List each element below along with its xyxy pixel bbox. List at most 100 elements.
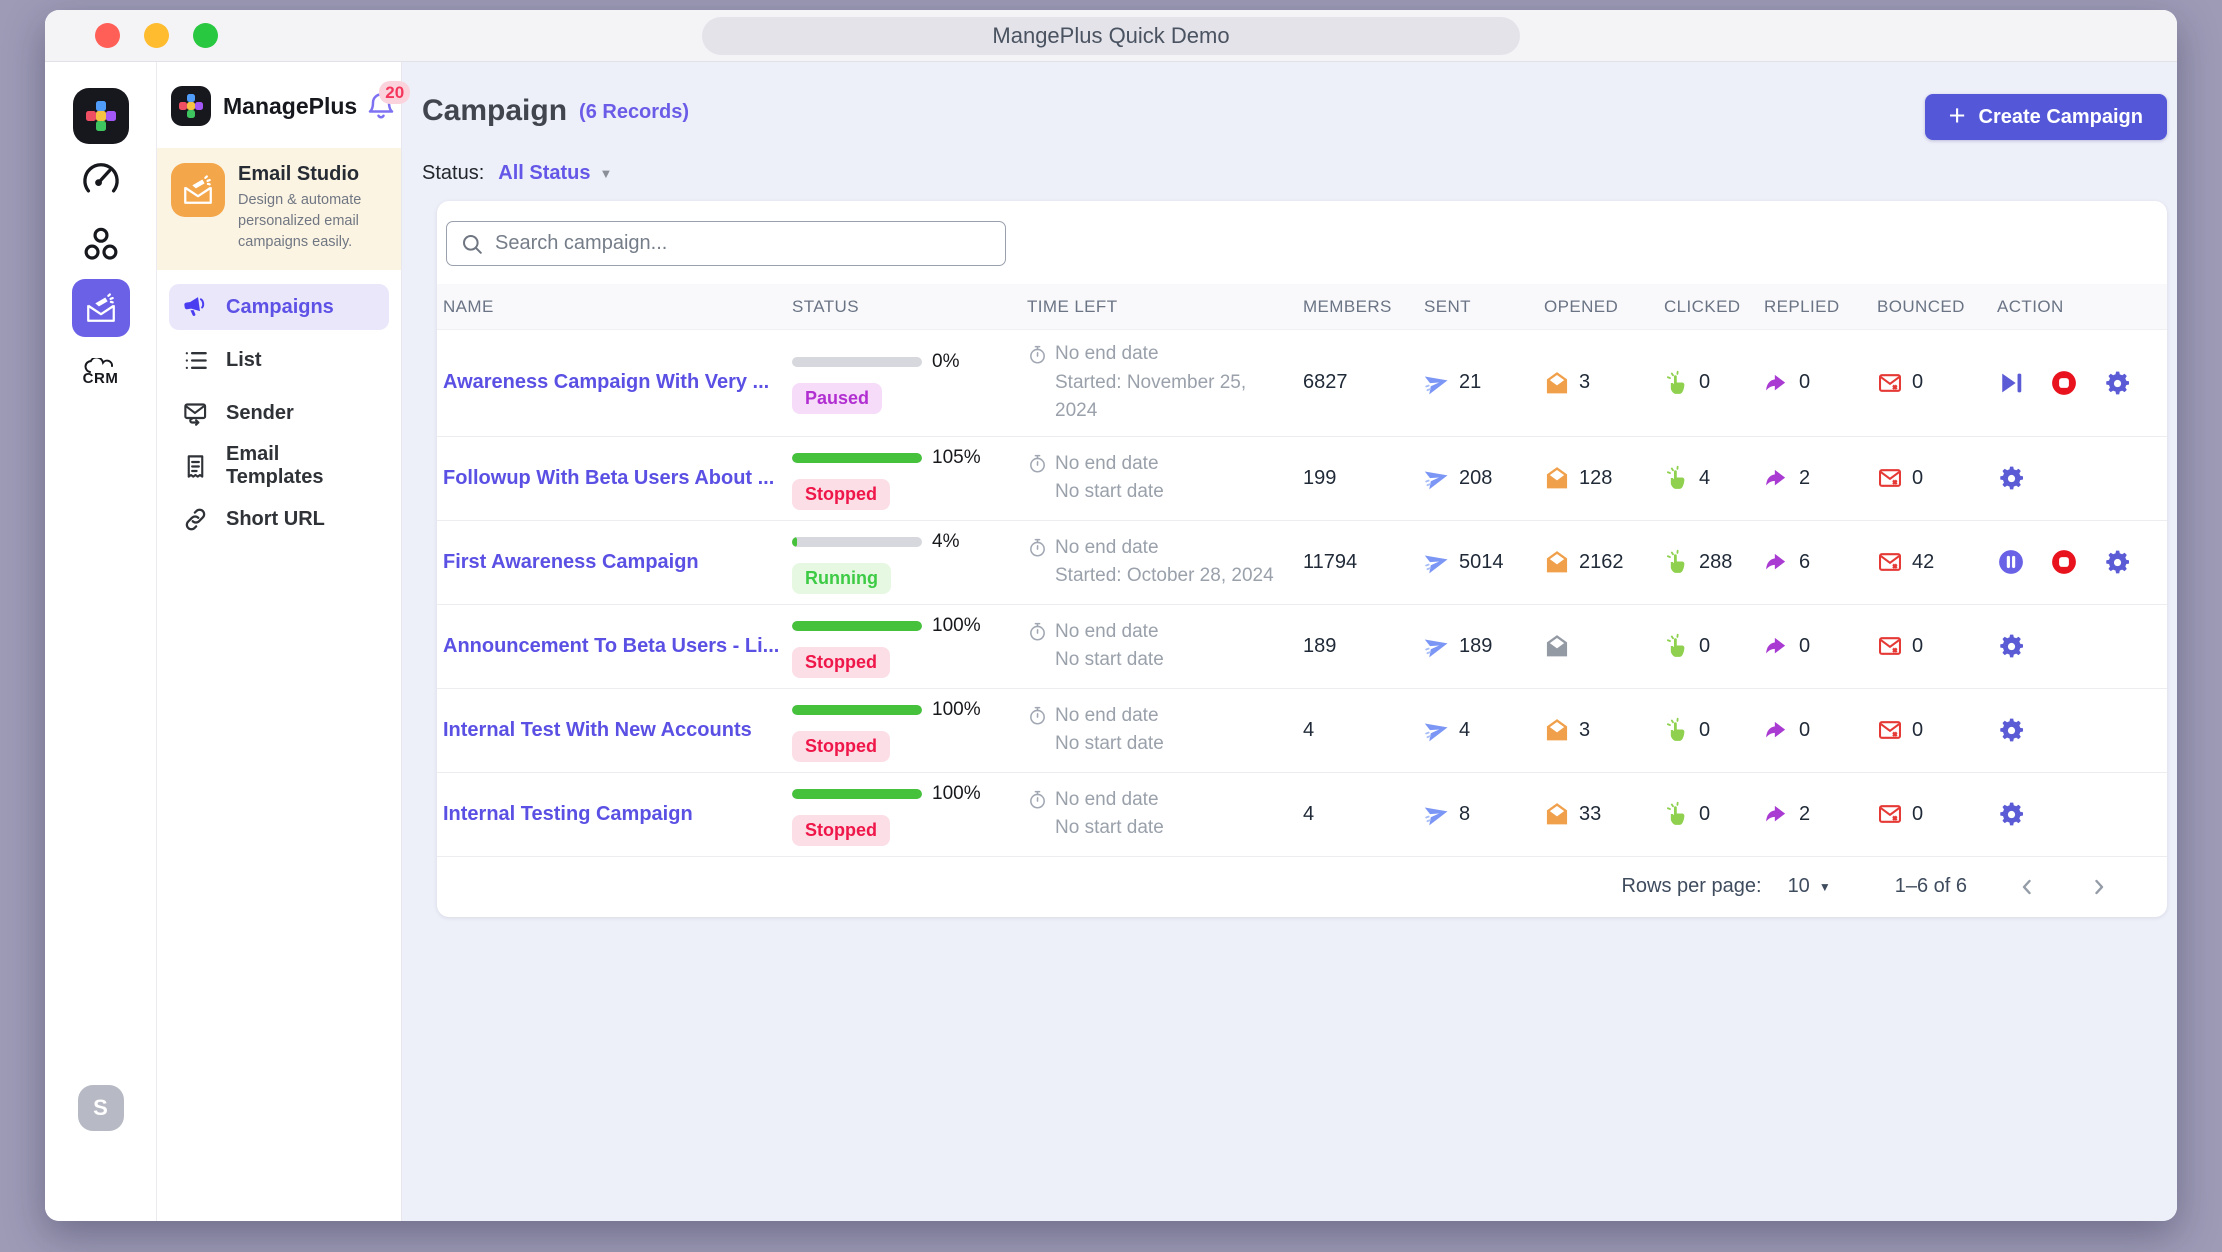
time-left-line: No end date <box>1055 618 1159 647</box>
dropdown-caret-icon: ▼ <box>1819 880 1831 894</box>
opened-count: 2162 <box>1579 551 1624 574</box>
clicked-icon <box>1664 717 1690 743</box>
settings-button[interactable] <box>1997 464 2025 492</box>
campaign-name-link[interactable]: Followup With Beta Users About ... <box>443 467 792 490</box>
window-minimize-button[interactable] <box>144 23 169 48</box>
bounced-icon <box>1877 801 1903 827</box>
row-actions <box>1997 464 2167 492</box>
notifications-button[interactable]: 20 <box>366 90 396 122</box>
row-actions <box>1997 369 2167 397</box>
bounced-count: 0 <box>1912 803 1923 826</box>
search-input[interactable] <box>495 232 992 255</box>
dropdown-caret-icon[interactable]: ▼ <box>600 166 613 181</box>
bounced-icon <box>1877 717 1903 743</box>
time-left-line: No end date <box>1055 534 1159 563</box>
campaign-name-link[interactable]: Internal Test With New Accounts <box>443 719 792 742</box>
progress-label: 100% <box>932 783 981 805</box>
module-title: Email Studio <box>238 163 387 186</box>
replied-count: 0 <box>1799 719 1810 742</box>
column-header-action: ACTION <box>1997 297 2167 317</box>
sent-count: 189 <box>1459 635 1492 658</box>
avatar[interactable]: S <box>78 1085 124 1131</box>
rail-item-crm[interactable]: CRM <box>72 343 130 401</box>
stopwatch-icon <box>1027 789 1048 810</box>
sidebar-item-short-url[interactable]: Short URL <box>169 496 389 542</box>
bounced-count: 0 <box>1912 635 1923 658</box>
campaign-name-link[interactable]: Awareness Campaign With Very ... <box>443 371 792 394</box>
play-button[interactable] <box>1997 369 2025 397</box>
rail-item-dashboard[interactable] <box>72 151 130 209</box>
sidebar-item-campaigns[interactable]: Campaigns <box>169 284 389 330</box>
status-badge: Stopped <box>792 815 890 846</box>
replied-count: 2 <box>1799 803 1810 826</box>
sidebar-item-email-templates[interactable]: Email Templates <box>169 443 389 489</box>
row-actions <box>1997 632 2167 660</box>
search-icon <box>460 232 484 256</box>
pagination: Rows per page: 10 ▼ 1–6 of 6 <box>437 857 2167 917</box>
workspace-logo[interactable] <box>171 86 211 126</box>
stop-button[interactable] <box>2050 548 2078 576</box>
column-header-name: NAME <box>443 297 792 317</box>
workspace-name[interactable]: ManagePlus <box>223 93 357 120</box>
settings-button[interactable] <box>1997 632 2025 660</box>
sent-icon <box>1424 370 1450 396</box>
replied-icon <box>1764 465 1790 491</box>
campaign-name-link[interactable]: Internal Testing Campaign <box>443 803 792 826</box>
next-page-button[interactable] <box>2087 875 2111 899</box>
settings-button[interactable] <box>2103 548 2131 576</box>
app-logo[interactable] <box>73 88 129 144</box>
members-count: 4 <box>1303 803 1424 826</box>
settings-button[interactable] <box>1997 716 2025 744</box>
progress-bar <box>792 621 922 631</box>
pause-button[interactable] <box>1997 548 2025 576</box>
sent-icon <box>1424 549 1450 575</box>
bounced-icon <box>1877 633 1903 659</box>
stop-button[interactable] <box>2050 369 2078 397</box>
campaign-name-link[interactable]: First Awareness Campaign <box>443 551 792 574</box>
opened-icon <box>1544 549 1570 575</box>
sent-count: 5014 <box>1459 551 1504 574</box>
window-close-button[interactable] <box>95 23 120 48</box>
opened-icon <box>1544 465 1570 491</box>
clicked-count: 0 <box>1699 719 1710 742</box>
column-header-status: STATUS <box>792 297 1027 317</box>
previous-page-button[interactable] <box>2015 875 2039 899</box>
stop-icon <box>2050 369 2078 397</box>
status-cell: 100% Stopped <box>792 699 1027 762</box>
column-header-opened: OPENED <box>1544 297 1664 317</box>
status-cell: 100% Stopped <box>792 783 1027 846</box>
create-campaign-button[interactable]: + Create Campaign <box>1925 94 2167 140</box>
bounced-icon <box>1877 549 1903 575</box>
column-header-bounced: BOUNCED <box>1877 297 1997 317</box>
table-row: Announcement To Beta Users - Li... 100% … <box>437 605 2167 689</box>
time-left-line: No end date <box>1055 450 1159 479</box>
column-header-members: MEMBERS <box>1303 297 1424 317</box>
rows-per-page-select[interactable]: 10 ▼ <box>1788 875 1831 898</box>
table-row: First Awareness Campaign 4% Running No e… <box>437 521 2167 605</box>
records-count: (6 Records) <box>579 101 689 127</box>
chevron-right-icon <box>2087 875 2111 899</box>
window-zoom-button[interactable] <box>193 23 218 48</box>
rail-item-email-studio[interactable] <box>72 279 130 337</box>
template-receipt-icon <box>182 453 209 480</box>
replied-icon <box>1764 801 1790 827</box>
progress-bar <box>792 789 922 799</box>
settings-button[interactable] <box>2103 369 2131 397</box>
stopwatch-icon <box>1027 453 1048 474</box>
sent-icon <box>1424 465 1450 491</box>
sidebar-item-sender[interactable]: Sender <box>169 390 389 436</box>
stopwatch-icon <box>1027 537 1048 558</box>
time-left-cell: No end date No start date <box>1027 618 1303 675</box>
settings-button[interactable] <box>1997 800 2025 828</box>
campaign-name-link[interactable]: Announcement To Beta Users - Li... <box>443 635 792 658</box>
status-filter-value[interactable]: All Status <box>498 162 590 185</box>
time-left-line: No start date <box>1055 646 1303 675</box>
time-left-line: No start date <box>1055 730 1303 759</box>
clicked-count: 4 <box>1699 467 1710 490</box>
replied-count: 0 <box>1799 635 1810 658</box>
column-header-replied: REPLIED <box>1764 297 1877 317</box>
sidebar-item-list[interactable]: List <box>169 337 389 383</box>
rail-item-contacts[interactable] <box>72 215 130 273</box>
network-icon <box>80 223 122 265</box>
module-card-email-studio[interactable]: Email Studio Design & automate personali… <box>157 148 401 270</box>
